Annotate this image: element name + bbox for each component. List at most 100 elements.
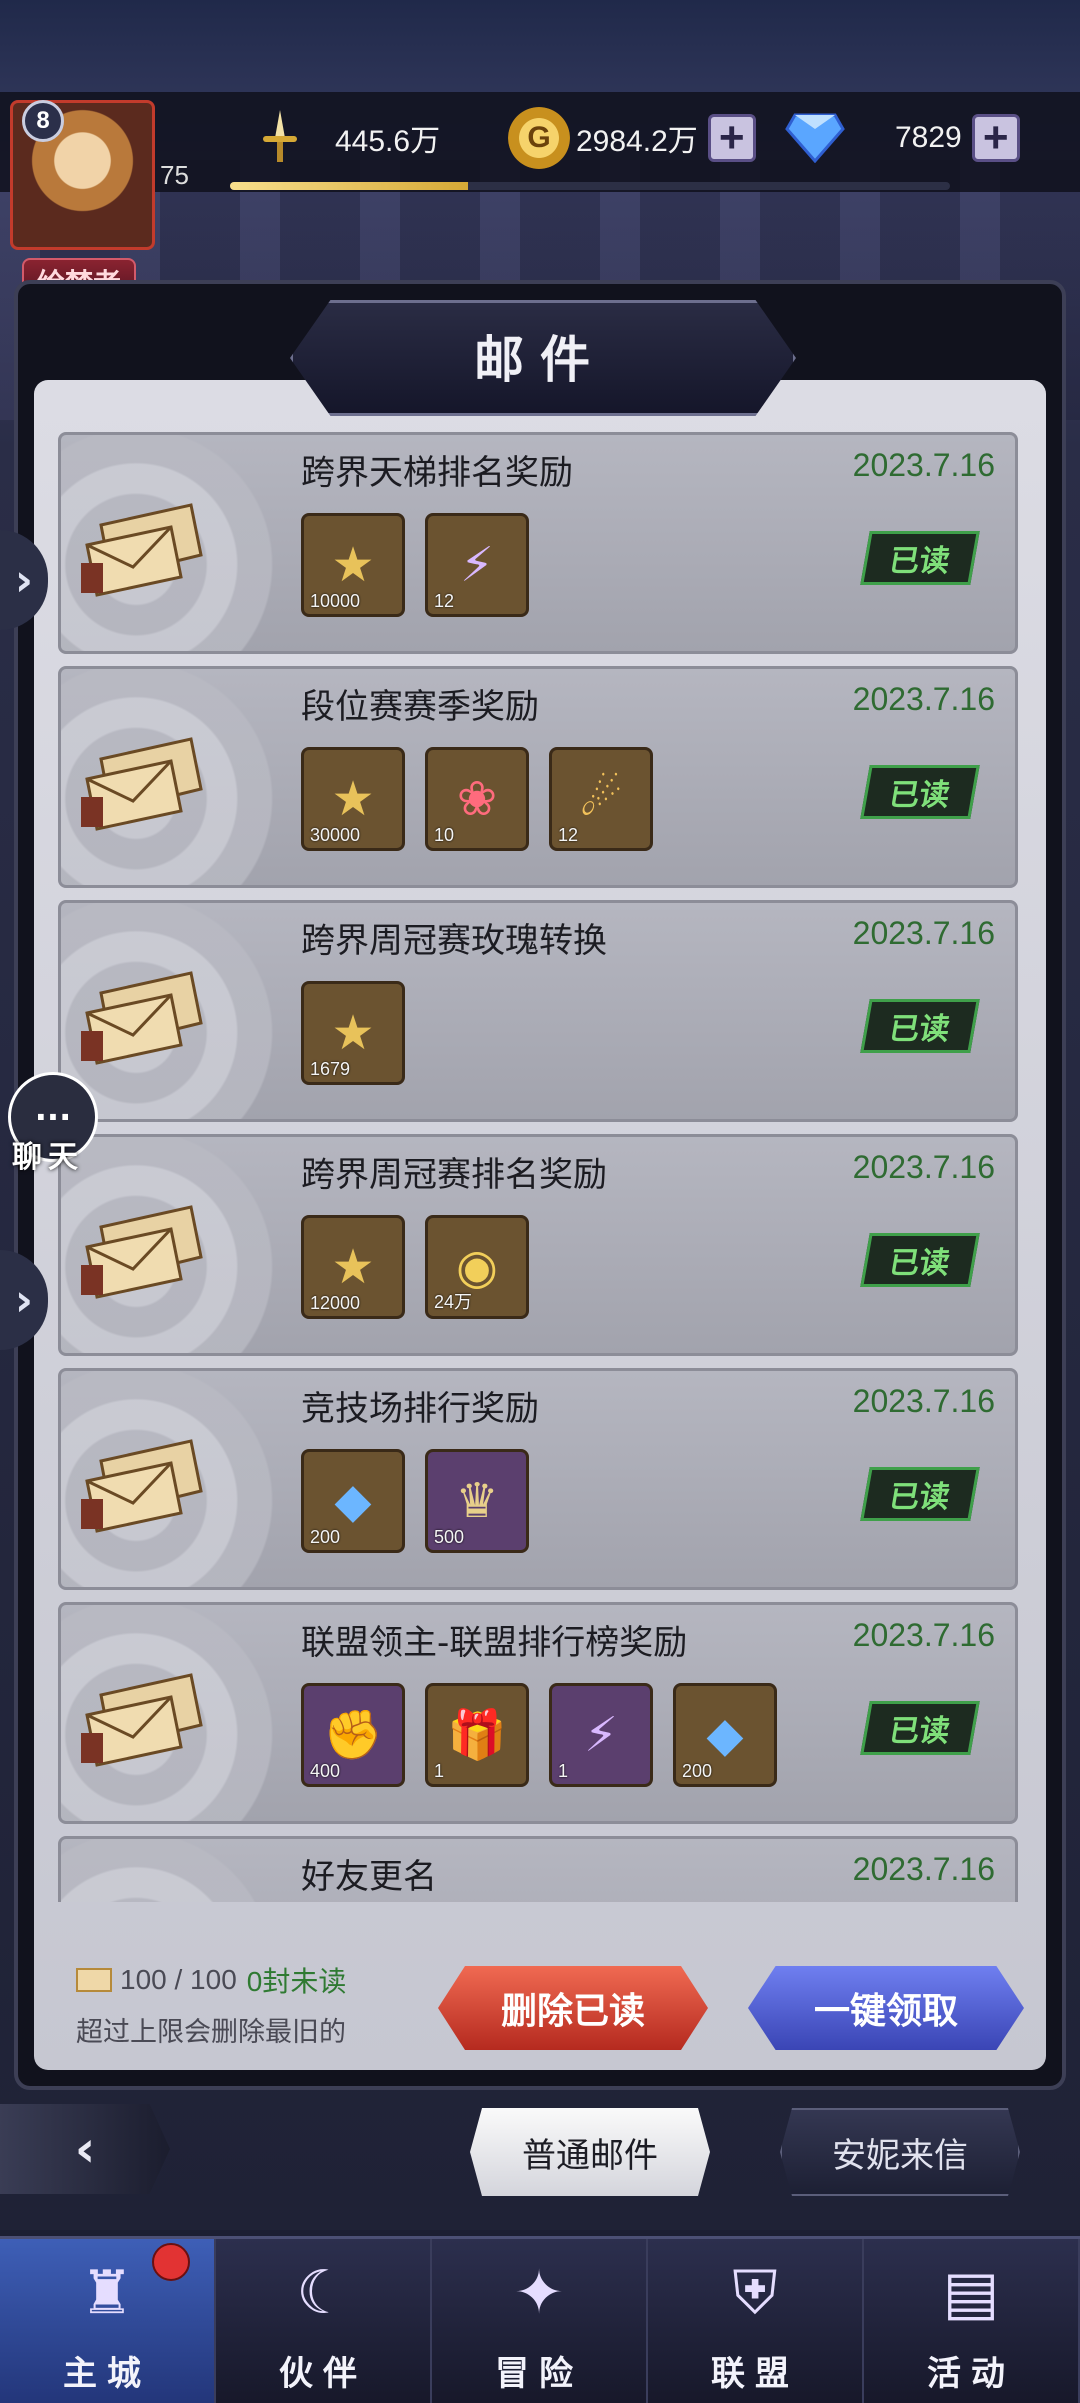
read-status-badge: 已读 <box>860 531 980 585</box>
reward-count: 1 <box>434 1761 445 1781</box>
mail-date: 2023.7.16 <box>852 1851 995 1887</box>
nav-item[interactable]: ♜ 主城 <box>0 2239 216 2403</box>
delete-read-button[interactable]: 删除已读 <box>438 1966 708 2050</box>
reward-item[interactable]: ◉ 24万 <box>425 1215 529 1319</box>
fist-coin-icon: ✊ <box>323 1707 383 1763</box>
tab-normal-mail[interactable]: 普通邮件 <box>470 2108 710 2196</box>
rose-icon: ❀ <box>456 771 498 827</box>
exp-fill <box>230 182 468 190</box>
sword-icon <box>263 110 297 162</box>
reward-count: 1 <box>558 1761 569 1781</box>
mail-date: 2023.7.16 <box>852 681 995 717</box>
claim-all-button[interactable]: 一键领取 <box>748 1966 1024 2050</box>
reward-items: ★ 12000 ◉ 24万 <box>301 1215 529 1319</box>
mail-count: 100 / 100 <box>120 1964 237 1995</box>
gold-stat: G 2984.2万 + <box>508 107 756 169</box>
exp-bar <box>230 182 950 190</box>
add-gem-button[interactable]: + <box>971 114 1020 162</box>
mail-card[interactable]: 跨界天梯排名奖励 2023.7.16 已读 ★ 10000 ⚡ 12 <box>58 432 1018 654</box>
add-gold-button[interactable]: + <box>707 114 756 162</box>
mail-list[interactable]: 跨界天梯排名奖励 2023.7.16 已读 ★ 10000 ⚡ 12 段位赛赛季奖励 2023.… <box>58 432 1018 1902</box>
reward-item[interactable]: ◆ 200 <box>673 1683 777 1787</box>
gold-coin-icon: G <box>508 107 570 169</box>
nav-item[interactable]: ▤ 活动 <box>864 2239 1080 2403</box>
reward-count: 200 <box>682 1761 713 1781</box>
mail-title: 好友更名 <box>301 1857 437 1897</box>
reward-count: 30000 <box>310 825 361 845</box>
reward-item[interactable]: 🎁 1 <box>425 1683 529 1787</box>
mail-card[interactable]: 跨界周冠赛玫瑰转换 2023.7.16 已读 ★ 1679 <box>58 900 1018 1122</box>
nav-label: 活动 <box>927 2354 1015 2394</box>
mail-card[interactable]: 联盟领主-联盟排行榜奖励 2023.7.16 已读 ✊ 400 🎁 1 ⚡ 1 ◆ 200 <box>58 1602 1018 1824</box>
read-status-badge: 已读 <box>860 1701 980 1755</box>
reward-item[interactable]: ◆ 200 <box>301 1449 405 1553</box>
back-button[interactable]: ‹ <box>0 2104 170 2194</box>
reward-count: 400 <box>310 1761 341 1781</box>
read-status-badge: 已读 <box>860 999 980 1053</box>
reward-item[interactable]: ★ 10000 <box>301 513 405 617</box>
power-value: 445.6万 <box>335 125 441 158</box>
medal-icon: ★ <box>331 1005 375 1061</box>
reward-item[interactable]: ❀ 10 <box>425 747 529 851</box>
diamond-icon: ◆ <box>706 1707 744 1763</box>
nav-label: 联盟 <box>711 2354 799 2394</box>
mail-card[interactable]: 竞技场排行奖励 2023.7.16 已读 ◆ 200 ♛ 500 <box>58 1368 1018 1590</box>
reward-items: ★ 30000 ❀ 10 ☄ 12 <box>301 747 653 851</box>
mail-title: 跨界周冠赛玫瑰转换 <box>301 921 607 961</box>
shield-icon: ⛨ <box>732 2258 778 2328</box>
mail-card[interactable]: 好友更名 2023.7.16 <box>58 1836 1018 1902</box>
mail-title: 联盟领主-联盟排行榜奖励 <box>301 1623 688 1663</box>
diamond-icon: ◆ <box>334 1473 372 1529</box>
nav-item[interactable]: ✦ 冒险 <box>432 2239 648 2403</box>
bottom-nav: ♜ 主城 ☾ 伙伴 ✦ 冒险 ⛨ 联盟 ▤ 活动 <box>0 2236 1080 2403</box>
letter-bundle-icon <box>81 1673 203 1767</box>
reward-item[interactable]: ☄ 12 <box>549 747 653 851</box>
unread-count: 0封未读 <box>246 1966 347 1997</box>
mail-date: 2023.7.16 <box>852 915 995 951</box>
medal-icon: ★ <box>331 537 375 593</box>
medal-icon: ★ <box>331 771 375 827</box>
notification-dot <box>152 2243 190 2281</box>
nav-label: 伙伴 <box>279 2354 367 2394</box>
letter-bundle-icon <box>81 1439 203 1533</box>
compass-icon: ✦ <box>513 2258 565 2328</box>
crest-icon: ♛ <box>455 1473 499 1529</box>
mail-card[interactable]: 跨界周冠赛排名奖励 2023.7.16 已读 ★ 12000 ◉ 24万 <box>58 1134 1018 1356</box>
read-status-badge: 已读 <box>860 765 980 819</box>
gold-coin-icon: ◉ <box>456 1239 498 1295</box>
power-stat: 445.6万 <box>255 108 440 168</box>
player-num: 75 <box>160 160 189 190</box>
reward-item[interactable]: ⚡ 12 <box>425 513 529 617</box>
reward-count: 10 <box>434 825 455 845</box>
reward-item[interactable]: ★ 12000 <box>301 1215 405 1319</box>
envelope-icon <box>76 1968 112 1992</box>
reward-count: 200 <box>310 1527 341 1547</box>
reward-item[interactable]: ★ 1679 <box>301 981 405 1085</box>
reward-item[interactable]: ★ 30000 <box>301 747 405 851</box>
reward-count: 12 <box>558 825 579 845</box>
reward-count: 1679 <box>310 1059 351 1079</box>
reward-items: ✊ 400 🎁 1 ⚡ 1 ◆ 200 <box>301 1683 777 1787</box>
mail-date: 2023.7.16 <box>852 447 995 483</box>
cards-icon: ▤ <box>942 2258 1000 2328</box>
reward-item[interactable]: ✊ 400 <box>301 1683 405 1787</box>
letter-bundle-icon <box>81 737 203 831</box>
reward-item[interactable]: ⚡ 1 <box>549 1683 653 1787</box>
mail-date: 2023.7.16 <box>852 1617 995 1653</box>
gem-value: 7829 <box>895 121 962 154</box>
tab-annie-letters[interactable]: 安妮来信 <box>780 2108 1020 2196</box>
reward-item[interactable]: ♛ 500 <box>425 1449 529 1553</box>
nav-item[interactable]: ⛨ 联盟 <box>648 2239 864 2403</box>
window-title: 邮件 <box>474 330 606 389</box>
mail-card[interactable]: 段位赛赛季奖励 2023.7.16 已读 ★ 30000 ❀ 10 ☄ 12 <box>58 666 1018 888</box>
gift-boxes-icon: 🎁 <box>447 1707 507 1763</box>
nav-item[interactable]: ☾ 伙伴 <box>216 2239 432 2403</box>
reward-count: 12000 <box>310 1293 361 1313</box>
lightning-token-icon: ⚡ <box>460 537 494 593</box>
letter-bundle-icon <box>81 503 203 597</box>
reward-count: 10000 <box>310 591 361 611</box>
mail-date: 2023.7.16 <box>852 1149 995 1185</box>
lightning-token-icon: ⚡ <box>584 1707 618 1763</box>
limit-note: 超过上限会删除最旧的 <box>76 2017 346 2048</box>
chat-label[interactable]: 聊天 <box>12 1132 84 1176</box>
